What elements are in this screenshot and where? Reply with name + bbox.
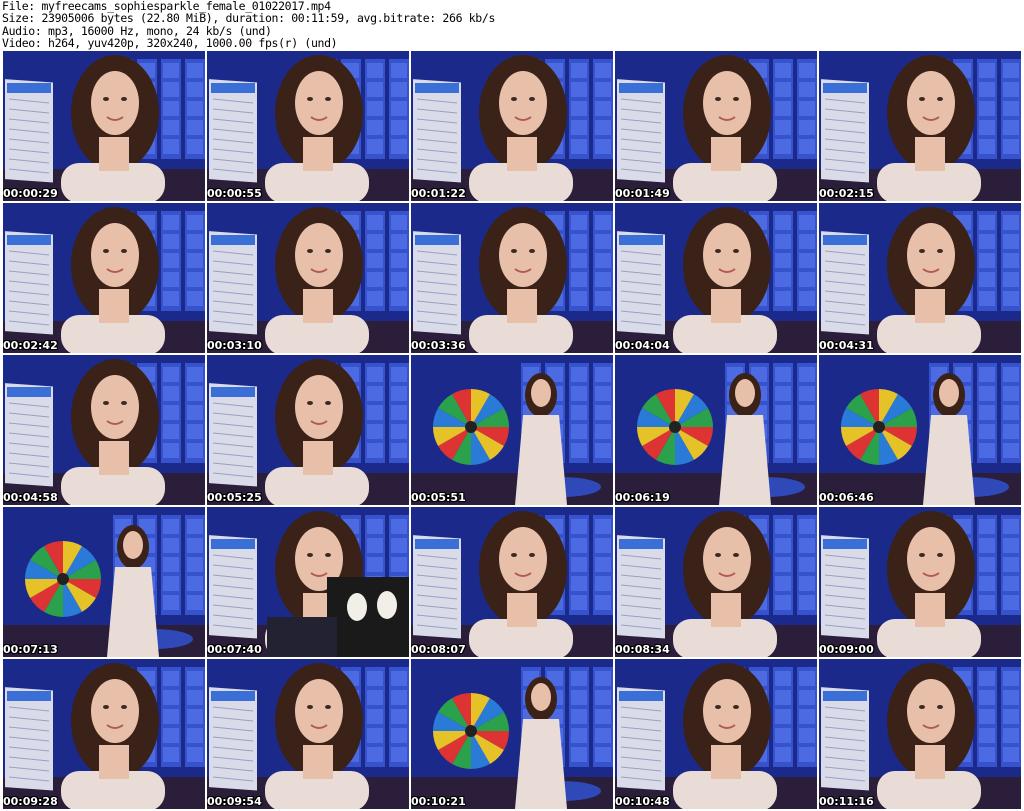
- thumbnail-timestamp: 00:10:48: [615, 795, 670, 808]
- video-thumbnail: 00:04:58: [3, 355, 205, 505]
- video-thumbnail: 00:07:40: [207, 507, 409, 657]
- video-thumbnail: 00:07:13: [3, 507, 205, 657]
- file-size-line: Size: 23905006 bytes (22.80 MiB), durati…: [2, 11, 496, 26]
- frame-image: [615, 659, 817, 809]
- thumbnail-timestamp: 00:08:34: [615, 643, 670, 656]
- thumbnail-timestamp: 00:03:10: [207, 339, 262, 352]
- frame-image: [615, 507, 817, 657]
- frame-image: [207, 659, 409, 809]
- frame-image: [3, 203, 205, 353]
- frame-image: [819, 355, 1021, 505]
- thumbnail-timestamp: 00:03:36: [411, 339, 466, 352]
- frame-image: [411, 507, 613, 657]
- frame-image: [411, 51, 613, 201]
- frame-image: [207, 355, 409, 505]
- thumbnail-timestamp: 00:07:13: [3, 643, 58, 656]
- thumbnail-timestamp: 00:06:19: [615, 491, 670, 504]
- frame-image: [819, 507, 1021, 657]
- frame-image: [615, 51, 817, 201]
- video-thumbnail: 00:00:29: [3, 51, 205, 201]
- thumbnail-timestamp: 00:09:28: [3, 795, 58, 808]
- file-info-header: File: myfreecams_sophiesparkle_female_01…: [2, 0, 1022, 50]
- thumbnail-timestamp: 00:09:54: [207, 795, 262, 808]
- video-thumbnail: 00:10:48: [615, 659, 817, 809]
- thumbnail-timestamp: 00:04:31: [819, 339, 874, 352]
- thumbnail-timestamp: 00:05:25: [207, 491, 262, 504]
- frame-image: [411, 659, 613, 809]
- thumbnail-timestamp: 00:04:58: [3, 491, 58, 504]
- frame-image: [411, 355, 613, 505]
- frame-image: [3, 355, 205, 505]
- thumbnail-timestamp: 00:02:15: [819, 187, 874, 200]
- frame-image: [207, 51, 409, 201]
- video-thumbnail: 00:06:46: [819, 355, 1021, 505]
- video-info-line: Video: h264, yuv420p, 320x240, 1000.00 f…: [2, 36, 338, 51]
- frame-image: [3, 51, 205, 201]
- thumbnail-timestamp: 00:11:16: [819, 795, 874, 808]
- thumbnail-timestamp: 00:07:40: [207, 643, 262, 656]
- video-thumbnail: 00:08:34: [615, 507, 817, 657]
- frame-image: [819, 659, 1021, 809]
- video-thumbnail: 00:04:31: [819, 203, 1021, 353]
- frame-image: [819, 203, 1021, 353]
- frame-image: [207, 507, 409, 657]
- video-thumbnail: 00:06:19: [615, 355, 817, 505]
- video-thumbnail: 00:10:21: [411, 659, 613, 809]
- frame-image: [207, 203, 409, 353]
- video-thumbnail: 00:05:51: [411, 355, 613, 505]
- video-thumbnail: 00:01:49: [615, 51, 817, 201]
- thumbnail-timestamp: 00:08:07: [411, 643, 466, 656]
- thumbnail-timestamp: 00:09:00: [819, 643, 874, 656]
- thumbnail-timestamp: 00:10:21: [411, 795, 466, 808]
- video-thumbnail: 00:01:22: [411, 51, 613, 201]
- video-thumbnail: 00:11:16: [819, 659, 1021, 809]
- video-thumbnail: 00:03:10: [207, 203, 409, 353]
- video-thumbnail: 00:00:55: [207, 51, 409, 201]
- video-thumbnail: 00:02:42: [3, 203, 205, 353]
- frame-image: [615, 203, 817, 353]
- video-thumbnail: 00:04:04: [615, 203, 817, 353]
- thumbnail-timestamp: 00:04:04: [615, 339, 670, 352]
- video-thumbnail: 00:02:15: [819, 51, 1021, 201]
- video-thumbnail: 00:08:07: [411, 507, 613, 657]
- thumbnail-timestamp: 00:06:46: [819, 491, 874, 504]
- frame-image: [819, 51, 1021, 201]
- frame-image: [3, 507, 205, 657]
- thumbnail-timestamp: 00:00:55: [207, 187, 262, 200]
- thumbnail-grid: 00:00:29 00:00:55 00:01:22 00:01:49 00:02:15…: [3, 51, 1023, 811]
- video-thumbnail: 00:09:28: [3, 659, 205, 809]
- thumbnail-timestamp: 00:00:29: [3, 187, 58, 200]
- video-thumbnail: 00:03:36: [411, 203, 613, 353]
- thumbnail-timestamp: 00:01:49: [615, 187, 670, 200]
- frame-image: [615, 355, 817, 505]
- thumbnail-timestamp: 00:02:42: [3, 339, 58, 352]
- thumbnail-timestamp: 00:01:22: [411, 187, 466, 200]
- video-thumbnail: 00:09:00: [819, 507, 1021, 657]
- video-thumbnail: 00:09:54: [207, 659, 409, 809]
- thumbnail-timestamp: 00:05:51: [411, 491, 466, 504]
- frame-image: [3, 659, 205, 809]
- video-thumbnail: 00:05:25: [207, 355, 409, 505]
- frame-image: [411, 203, 613, 353]
